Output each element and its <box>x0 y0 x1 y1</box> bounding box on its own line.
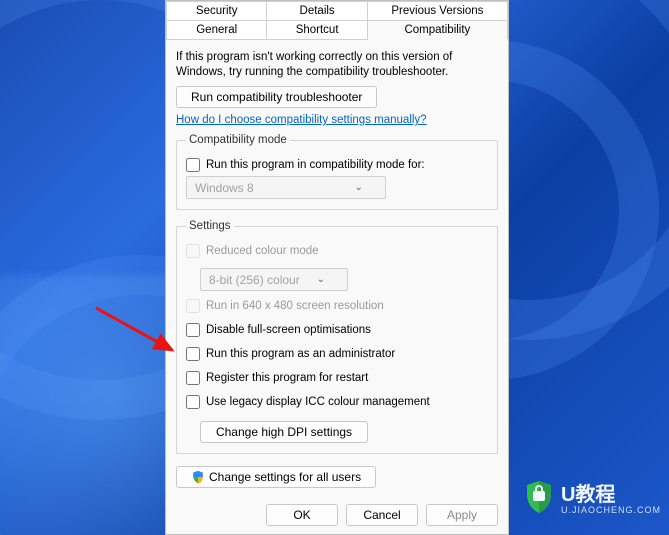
watermark-sub: U.JIAOCHENG.COM <box>561 505 661 515</box>
compat-mode-input[interactable] <box>186 158 200 172</box>
tab-previous-versions[interactable]: Previous Versions <box>368 1 508 21</box>
manual-settings-link[interactable]: How do I choose compatibility settings m… <box>176 114 427 126</box>
reduced-colour-input <box>186 244 200 258</box>
group-legend: Settings <box>186 220 234 232</box>
run-as-admin-input[interactable] <box>186 347 200 361</box>
legacy-icc-input[interactable] <box>186 395 200 409</box>
compat-mode-checkbox[interactable]: Run this program in compatibility mode f… <box>186 158 488 172</box>
change-all-users-button[interactable]: Change settings for all users <box>176 466 376 488</box>
disable-fullscreen-checkbox[interactable]: Disable full-screen optimisations <box>186 323 488 337</box>
properties-dialog: Security Details Previous Versions Gener… <box>165 0 509 535</box>
tab-shortcut[interactable]: Shortcut <box>267 21 367 40</box>
disable-fullscreen-input[interactable] <box>186 323 200 337</box>
tab-strip: Security Details Previous Versions Gener… <box>166 1 508 40</box>
compatibility-mode-group: Compatibility mode Run this program in c… <box>176 134 498 210</box>
watermark-title: U教程 <box>561 484 615 506</box>
run-as-admin-checkbox[interactable]: Run this program as an administrator <box>186 347 488 361</box>
apply-button[interactable]: Apply <box>426 504 498 526</box>
dialog-footer: OK Cancel Apply <box>266 504 498 526</box>
register-restart-input[interactable] <box>186 371 200 385</box>
intro-text: If this program isn't working correctly … <box>176 50 498 80</box>
run-640-checkbox[interactable]: Run in 640 x 480 screen resolution <box>186 299 488 313</box>
group-legend: Compatibility mode <box>186 134 290 146</box>
tab-security[interactable]: Security <box>166 1 267 21</box>
chevron-down-icon: ⌄ <box>317 274 325 285</box>
tab-panel: If this program isn't working correctly … <box>166 40 508 502</box>
compat-mode-select[interactable]: Windows 8 ⌄ <box>186 176 386 199</box>
change-dpi-button[interactable]: Change high DPI settings <box>200 421 368 443</box>
shield-icon <box>191 470 205 484</box>
watermark-shield-icon <box>523 479 555 515</box>
settings-group: Settings Reduced colour mode 8-bit (256)… <box>176 220 498 454</box>
legacy-icc-checkbox[interactable]: Use legacy display ICC colour management <box>186 395 488 409</box>
cancel-button[interactable]: Cancel <box>346 504 418 526</box>
ok-button[interactable]: OK <box>266 504 338 526</box>
colour-depth-select: 8-bit (256) colour ⌄ <box>200 268 348 291</box>
tab-general[interactable]: General <box>166 21 267 40</box>
run-640-input <box>186 299 200 313</box>
watermark: U教程 U.JIAOCHENG.COM <box>523 478 661 515</box>
register-restart-checkbox[interactable]: Register this program for restart <box>186 371 488 385</box>
chevron-down-icon: ⌄ <box>355 182 363 193</box>
reduced-colour-checkbox[interactable]: Reduced colour mode <box>186 244 488 258</box>
tab-details[interactable]: Details <box>267 1 367 21</box>
desktop-background: Security Details Previous Versions Gener… <box>0 0 669 535</box>
tab-compatibility[interactable]: Compatibility <box>368 21 508 40</box>
run-troubleshooter-button[interactable]: Run compatibility troubleshooter <box>176 86 377 108</box>
